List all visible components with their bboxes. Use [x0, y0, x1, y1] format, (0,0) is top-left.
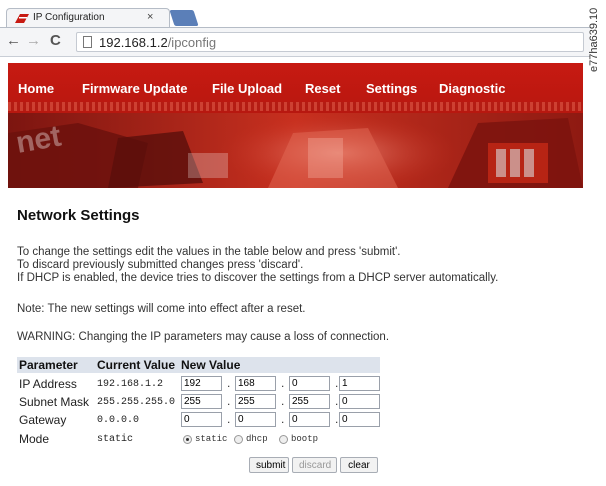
- figure-reference-label: e77ha639.10: [586, 6, 604, 86]
- ip-octet-2-input[interactable]: [235, 376, 276, 391]
- row-parameter: Subnet Mask: [19, 395, 90, 409]
- reload-icon[interactable]: C: [50, 33, 61, 49]
- header-banner: Home Firmware Update File Upload Reset S…: [8, 63, 583, 188]
- separator-dot: .: [281, 376, 285, 390]
- table-row: Subnet Mask 255.255.255.0 . . .: [17, 393, 380, 411]
- ip-octet-1-input[interactable]: [181, 376, 222, 391]
- url-host: 192.168.1.2: [99, 35, 168, 50]
- intro-line-3: If DHCP is enabled, the device tries to …: [17, 272, 499, 284]
- back-icon[interactable]: ←: [6, 33, 21, 49]
- browser-tab-strip: IP Configuration ×: [0, 0, 590, 28]
- nav-firmware-update[interactable]: Firmware Update: [82, 81, 187, 96]
- mode-bootp-radio[interactable]: [279, 435, 288, 444]
- gateway-octet-4-input[interactable]: [339, 412, 380, 427]
- forward-icon[interactable]: →: [26, 33, 41, 49]
- separator-dot: .: [227, 412, 231, 426]
- row-current-value: 0.0.0.0: [97, 415, 140, 426]
- intro-line-2: To discard previously submitted changes …: [17, 259, 304, 271]
- gateway-octet-2-input[interactable]: [235, 412, 276, 427]
- separator-dot: .: [335, 376, 339, 390]
- separator-dot: .: [281, 412, 285, 426]
- ip-octet-3-input[interactable]: [289, 376, 330, 391]
- mode-dhcp-radio[interactable]: [234, 435, 243, 444]
- header-parameter: Parameter: [19, 358, 78, 372]
- separator-dot: .: [335, 394, 339, 408]
- page-title: Network Settings: [17, 207, 140, 224]
- gateway-octet-1-input[interactable]: [181, 412, 222, 427]
- row-current-value: 192.168.1.2: [97, 379, 164, 390]
- tab-close-icon[interactable]: ×: [147, 11, 153, 23]
- warning-text: WARNING: Changing the IP parameters may …: [17, 331, 390, 343]
- gateway-octet-3-input[interactable]: [289, 412, 330, 427]
- nav-file-upload[interactable]: File Upload: [212, 81, 282, 96]
- separator-dot: .: [281, 394, 285, 408]
- table-row: IP Address 192.168.1.2 . . .: [17, 375, 380, 393]
- mask-octet-1-input[interactable]: [181, 394, 222, 409]
- separator-dot: .: [227, 376, 231, 390]
- banner-stripe: [8, 102, 583, 111]
- submit-button[interactable]: submit: [249, 457, 289, 473]
- main-nav: Home Firmware Update File Upload Reset S…: [8, 81, 583, 101]
- figure-reference-text: e77ha639.10: [588, 7, 600, 72]
- browser-tab[interactable]: IP Configuration ×: [6, 8, 170, 28]
- row-parameter: IP Address: [19, 377, 77, 391]
- mode-bootp-label: bootp: [291, 434, 319, 444]
- tab-title: IP Configuration: [33, 12, 105, 23]
- mask-octet-2-input[interactable]: [235, 394, 276, 409]
- row-parameter: Mode: [19, 432, 50, 446]
- nav-diagnostic[interactable]: Diagnostic: [439, 81, 505, 96]
- row-parameter: Gateway: [19, 413, 67, 427]
- row-current-value: 255.255.255.0: [97, 397, 176, 408]
- intro-line-1: To change the settings edit the values i…: [17, 246, 401, 258]
- table-row: Gateway 0.0.0.0 . . .: [17, 411, 380, 429]
- banner-photo-image: net: [8, 113, 583, 188]
- separator-dot: .: [227, 394, 231, 408]
- table-row: Mode static static dhcp bootp: [17, 431, 380, 449]
- discard-button[interactable]: discard: [292, 457, 337, 473]
- nav-settings[interactable]: Settings: [366, 81, 417, 96]
- page-icon: [83, 36, 92, 48]
- mode-dhcp-label: dhcp: [246, 434, 268, 444]
- ip-octet-4-input[interactable]: [339, 376, 380, 391]
- note-text: Note: The new settings will come into ef…: [17, 303, 306, 315]
- separator-dot: .: [335, 412, 339, 426]
- row-current-value: static: [97, 434, 134, 445]
- header-new-value: New Value: [181, 358, 241, 372]
- url-text: 192.168.1.2/ipconfig: [99, 35, 216, 50]
- mask-octet-4-input[interactable]: [339, 394, 380, 409]
- nav-reset[interactable]: Reset: [305, 81, 340, 96]
- new-tab-button[interactable]: [169, 10, 199, 26]
- site-favicon-icon: [15, 14, 29, 23]
- mode-static-radio[interactable]: [183, 435, 192, 444]
- header-current-value: Current Value: [97, 358, 176, 372]
- url-field[interactable]: 192.168.1.2/ipconfig: [76, 32, 584, 52]
- address-bar: ← → C 192.168.1.2/ipconfig: [0, 28, 590, 57]
- mode-static-label: static: [195, 434, 228, 444]
- table-header-row: Parameter Current Value New Value: [17, 357, 380, 373]
- nav-home[interactable]: Home: [18, 81, 54, 96]
- url-path: /ipconfig: [167, 35, 217, 50]
- mask-octet-3-input[interactable]: [289, 394, 330, 409]
- clear-button[interactable]: clear: [340, 457, 378, 473]
